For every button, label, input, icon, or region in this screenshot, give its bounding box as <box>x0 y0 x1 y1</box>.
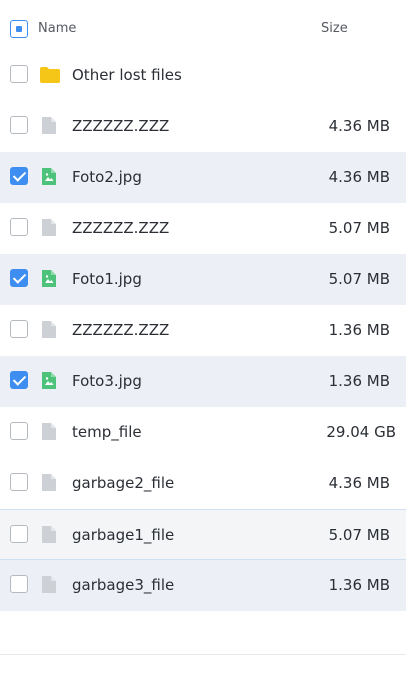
file-name: ZZZZZZ.ZZZ <box>72 117 170 135</box>
file-icon <box>42 474 56 491</box>
file-icon <box>42 576 56 593</box>
file-icon <box>42 526 56 543</box>
file-row[interactable]: Foto3.jpg 1.36 MB <box>0 356 406 407</box>
select-all-checkbox[interactable] <box>10 20 28 38</box>
file-size: 5.07 MB <box>328 526 390 544</box>
file-name: garbage3_file <box>72 576 175 594</box>
folder-icon <box>40 67 60 83</box>
file-icon <box>42 117 56 134</box>
file-name: Foto3.jpg <box>72 372 142 390</box>
image-file-icon <box>42 270 56 287</box>
file-size: 4.36 MB <box>328 168 390 186</box>
row-checkbox[interactable] <box>10 422 28 440</box>
file-row[interactable]: temp_file 29.04 GB <box>0 407 406 458</box>
size-column-header[interactable]: Size <box>321 20 348 38</box>
file-name: Other lost files <box>72 66 182 84</box>
name-column-header[interactable]: Name <box>38 20 76 38</box>
file-name: garbage1_file <box>72 526 175 544</box>
file-icon <box>42 321 56 338</box>
file-size: 5.07 MB <box>328 270 390 288</box>
file-row[interactable]: garbage3_file 1.36 MB <box>0 560 406 611</box>
file-name: garbage2_file <box>72 474 175 492</box>
file-icon <box>42 423 56 440</box>
file-size: 29.04 GB <box>326 423 396 441</box>
file-name: Foto1.jpg <box>72 270 142 288</box>
file-name: ZZZZZZ.ZZZ <box>72 321 170 339</box>
row-checkbox[interactable] <box>10 218 28 236</box>
row-checkbox[interactable] <box>10 575 28 593</box>
row-checkbox[interactable] <box>10 116 28 134</box>
image-file-icon <box>42 372 56 389</box>
file-list-panel: Name Size Other lost files ZZZZZZ.ZZZ 4.… <box>0 0 406 687</box>
row-checkbox[interactable] <box>10 167 28 185</box>
image-file-icon <box>42 168 56 185</box>
file-row[interactable]: garbage1_file 5.07 MB <box>0 509 406 560</box>
row-checkbox[interactable] <box>10 525 28 543</box>
file-size: 1.36 MB <box>328 321 390 339</box>
file-size: 1.36 MB <box>328 576 390 594</box>
file-row[interactable]: Foto1.jpg 5.07 MB <box>0 254 406 305</box>
file-name: temp_file <box>72 423 142 441</box>
row-checkbox[interactable] <box>10 473 28 491</box>
file-row[interactable]: Other lost files <box>0 50 406 101</box>
row-checkbox[interactable] <box>10 371 28 389</box>
file-icon <box>42 219 56 236</box>
file-row[interactable]: ZZZZZZ.ZZZ 5.07 MB <box>0 203 406 254</box>
file-row[interactable]: Foto2.jpg 4.36 MB <box>0 152 406 203</box>
file-row[interactable]: ZZZZZZ.ZZZ 1.36 MB <box>0 305 406 356</box>
file-name: Foto2.jpg <box>72 168 142 186</box>
file-rows: Other lost files ZZZZZZ.ZZZ 4.36 MB Foto… <box>0 50 406 611</box>
row-checkbox[interactable] <box>10 320 28 338</box>
file-size: 5.07 MB <box>328 219 390 237</box>
file-row[interactable]: garbage2_file 4.36 MB <box>0 458 406 509</box>
file-size: 1.36 MB <box>328 372 390 390</box>
row-checkbox[interactable] <box>10 65 28 83</box>
row-checkbox[interactable] <box>10 269 28 287</box>
file-row[interactable]: ZZZZZZ.ZZZ 4.36 MB <box>0 101 406 152</box>
file-list-header: Name Size <box>0 0 406 52</box>
list-bottom-divider <box>0 654 406 655</box>
file-size: 4.36 MB <box>328 474 390 492</box>
file-name: ZZZZZZ.ZZZ <box>72 219 170 237</box>
file-size: 4.36 MB <box>328 117 390 135</box>
